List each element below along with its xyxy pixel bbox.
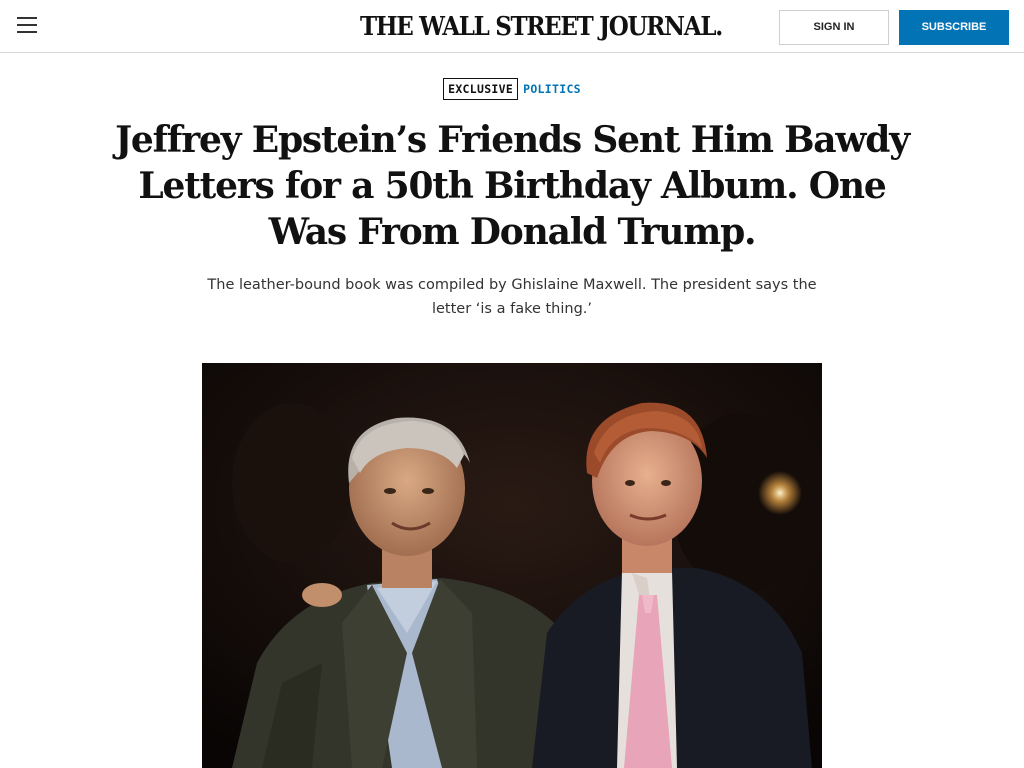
article-lead-photo xyxy=(202,363,822,768)
sign-in-button[interactable]: SIGN IN xyxy=(779,10,889,45)
subscribe-button[interactable]: SUBSCRIBE xyxy=(899,10,1009,45)
exclusive-badge: EXCLUSIVE xyxy=(443,78,519,100)
article-headline: Jeffrey Epstein’s Friends Sent Him Bawdy… xyxy=(115,119,910,253)
article-dek: The leather-bound book was compiled by G… xyxy=(207,277,817,317)
wsj-logo[interactable]: THE WALL STREET JOURNAL. xyxy=(360,11,723,42)
section-link-politics[interactable]: POLITICS xyxy=(523,82,581,96)
hamburger-menu-icon[interactable] xyxy=(17,17,37,33)
article-flags: EXCLUSIVE POLITICS xyxy=(0,78,1024,100)
lead-photo-illustration xyxy=(202,363,822,768)
site-header: THE WALL STREET JOURNAL. SIGN IN SUBSCRI… xyxy=(0,0,1024,53)
